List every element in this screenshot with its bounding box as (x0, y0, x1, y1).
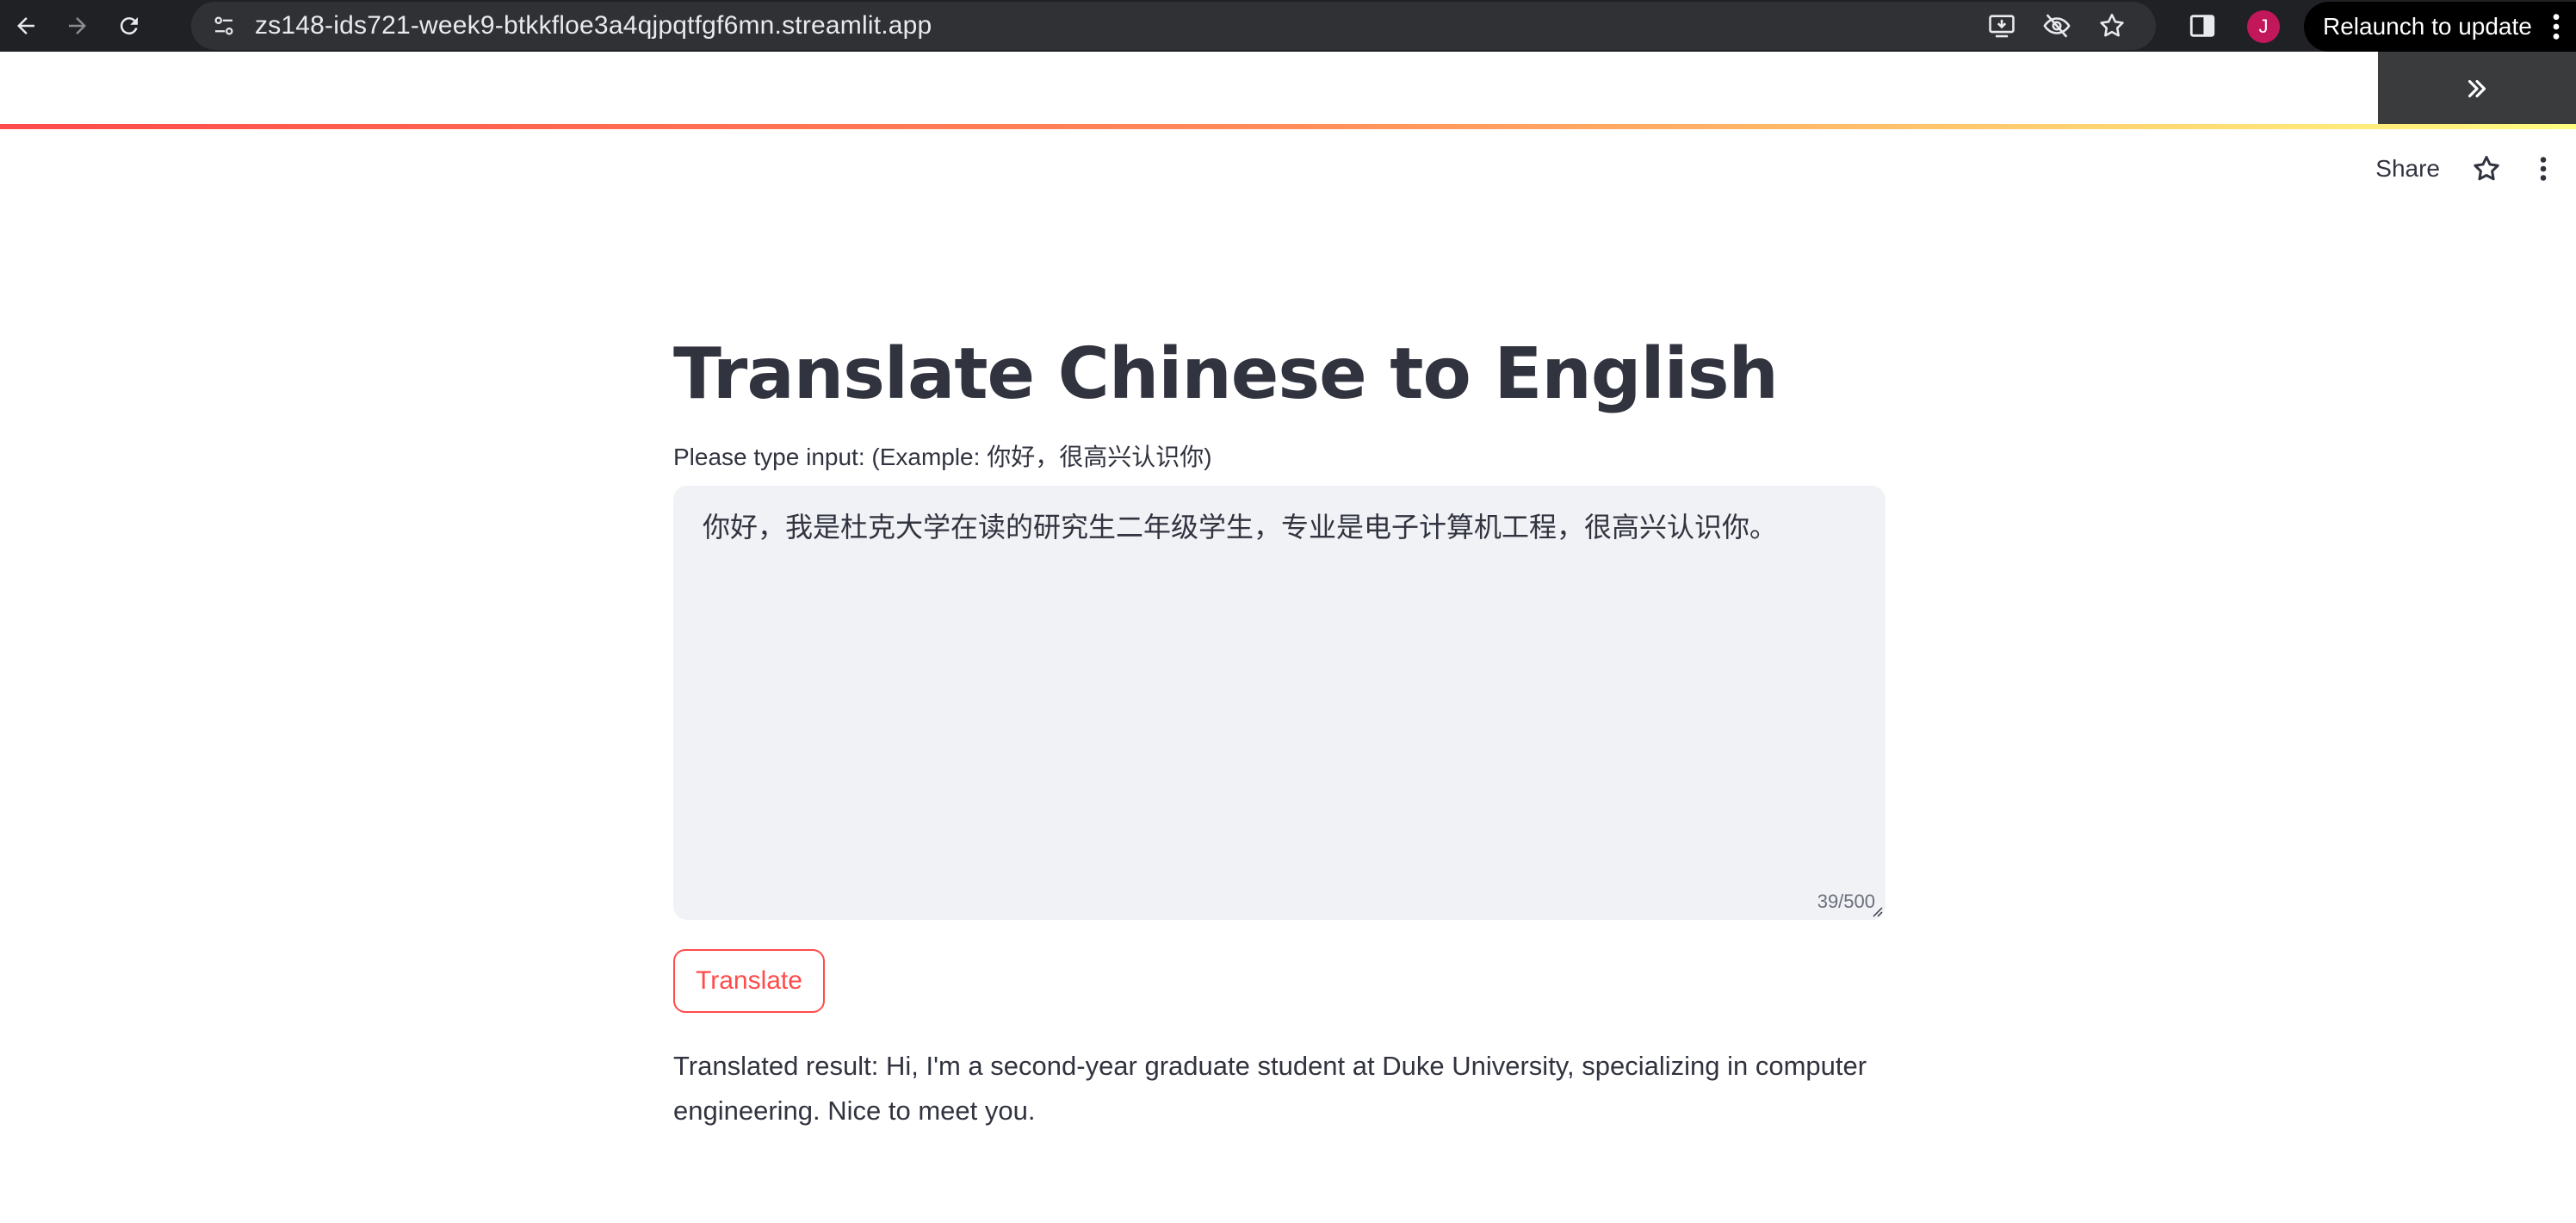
more-vert-icon (2553, 14, 2560, 40)
profile-avatar[interactable]: J (2247, 10, 2280, 43)
address-bar[interactable]: zs148-ids721-week9-btkkfloe3a4qjpqtfgf6m… (191, 2, 2156, 50)
header-decoration (0, 124, 2576, 129)
reload-button[interactable] (103, 0, 155, 52)
star-icon (2474, 156, 2499, 181)
site-info-icon (214, 16, 233, 35)
tracking-protection-button[interactable] (2039, 8, 2075, 44)
reload-icon (120, 17, 138, 35)
site-info-button[interactable] (196, 2, 251, 50)
eye-off-icon (2043, 14, 2071, 38)
main-menu-button[interactable] (2528, 153, 2559, 184)
translate-button[interactable]: Translate (673, 949, 825, 1013)
sidebar-expand-button[interactable] (2378, 52, 2576, 126)
install-app-button[interactable] (1984, 8, 2020, 44)
sidebar-expand-icon (2468, 79, 2486, 98)
app-header (0, 52, 2576, 126)
translated-result: Translated result: Hi, I'm a second-year… (673, 1051, 1867, 1126)
main-content: Translate Chinese to English Please type… (673, 327, 1886, 1133)
chinese-text-input[interactable]: 你好，我是杜克大学在读的研究生二年级学生，专业是电子计算机工程，很高兴认识你。 … (673, 486, 1886, 920)
relaunch-label: Relaunch to update (2323, 13, 2532, 40)
back-button[interactable] (0, 0, 52, 52)
resize-handle-icon[interactable] (1870, 904, 1884, 918)
forward-icon (69, 17, 86, 34)
main-menu-icon (2540, 157, 2547, 181)
input-label: Please type input: (Example: 你好，很高兴认识你) (673, 444, 1212, 470)
input-value[interactable]: 你好，我是杜克大学在读的研究生二年级学生，专业是电子计算机工程，很高兴认识你。 (703, 508, 1856, 546)
install-app-icon (1989, 15, 2015, 38)
bookmark-star-icon (2100, 13, 2124, 37)
share-button[interactable]: Share (2375, 155, 2440, 183)
relaunch-button[interactable]: Relaunch to update (2304, 2, 2576, 52)
side-panel-button[interactable] (2185, 9, 2220, 43)
favorite-button[interactable] (2471, 153, 2502, 184)
url-text[interactable]: zs148-ids721-week9-btkkfloe3a4qjpqtfgf6m… (255, 11, 932, 40)
side-panel-icon (2189, 15, 2215, 37)
back-icon (17, 17, 34, 34)
forward-button[interactable] (52, 0, 103, 52)
page-title: Translate Chinese to English (673, 333, 1779, 415)
char-counter: 39/500 (1817, 891, 1875, 912)
bookmark-button[interactable] (2094, 8, 2130, 44)
